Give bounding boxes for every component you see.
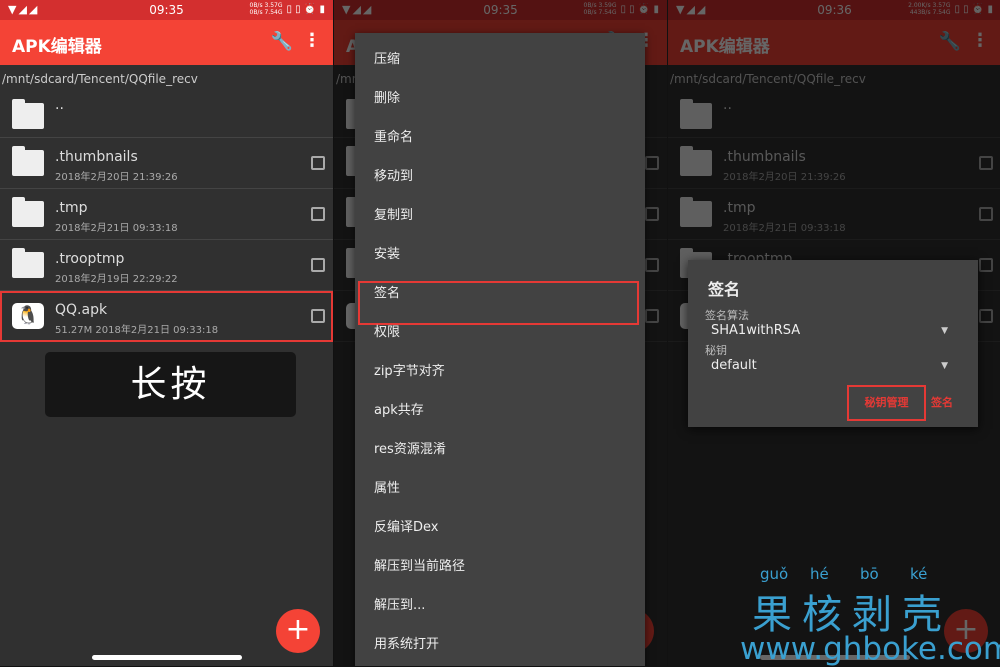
qq-app-icon: 🐧 [12, 303, 44, 329]
menu-item[interactable]: 移动到 [355, 150, 645, 189]
watermark-pinyin: guǒ [760, 565, 789, 583]
more-vert-icon[interactable]: ⋮ [303, 30, 321, 51]
dropdown-arrow-icon[interactable]: ▼ [941, 361, 948, 371]
file-row[interactable]: .thumbnails 2018年2月20日 21:39:26 [0, 138, 333, 189]
algorithm-select[interactable]: SHA1withRSA [711, 323, 800, 338]
long-press-annotation: 长按 [45, 352, 296, 417]
status-bar: ▼◢◢ 09:35 0B/s 3.57G 0B/s 7.54G ▯ ▯ ⏰ ▮ [0, 0, 333, 20]
watermark-pinyin: hé [810, 565, 829, 583]
wrench-icon[interactable]: 🔧 [271, 31, 293, 52]
menu-item[interactable]: 属性 [355, 462, 645, 501]
context-menu: 压缩 删除 重命名 移动到 复制到 安装 签名 权限 zip字节对齐 apk共存 res资源混淆 属性… [355, 33, 645, 666]
key-label: 秘钥 [705, 344, 727, 357]
menu-item[interactable]: 重命名 [355, 111, 645, 150]
dialog-title: 签名 [708, 280, 741, 299]
menu-item[interactable]: 用系统打开 [355, 618, 645, 657]
file-row[interactable]: .trooptmp 2018年2月19日 22:29:22 [0, 240, 333, 291]
key-manage-button[interactable]: 秘钥管理 [847, 385, 926, 421]
screen-2: ▼◢◢09:350B/s 3.59G0B/s 7.54G▯ ▯ ⏰ ▮ APK编… [334, 0, 667, 666]
home-indicator[interactable] [92, 655, 242, 660]
sign-dialog: 签名 签名算法 SHA1withRSA ▼ 秘钥 default ▼ 秘钥管理 … [688, 260, 978, 427]
menu-item[interactable]: 解压到当前路径 [355, 540, 645, 579]
folder-icon [12, 99, 44, 129]
folder-icon [12, 248, 44, 278]
file-row[interactable]: .tmp 2018年2月21日 09:33:18 [0, 189, 333, 240]
file-row[interactable]: .. [0, 91, 333, 138]
menu-item[interactable]: 复制到 [355, 189, 645, 228]
file-date: 2018年2月21日 09:33:18 [55, 223, 178, 234]
menu-item[interactable]: 安装 [355, 228, 645, 267]
folder-icon [12, 146, 44, 176]
app-title: APK编辑器 [12, 37, 102, 57]
menu-item[interactable]: 解压到... [355, 579, 645, 618]
menu-item[interactable]: 签名 [355, 267, 645, 325]
select-checkbox[interactable] [311, 207, 325, 221]
menu-item[interactable]: res资源混淆 [355, 423, 645, 462]
screen-1: ▼◢◢ 09:35 0B/s 3.57G 0B/s 7.54G ▯ ▯ ⏰ ▮ APK编… [0, 0, 333, 666]
menu-item[interactable]: 反编译Dex [355, 501, 645, 540]
dropdown-arrow-icon[interactable]: ▼ [941, 326, 948, 336]
vibrate-alarm-battery-icons: ▯ ▯ ⏰ ▮ [286, 3, 326, 15]
file-date: 51.27M 2018年2月21日 09:33:18 [55, 325, 219, 336]
file-name: QQ.apk [55, 302, 108, 318]
menu-item[interactable]: apk共存 [355, 384, 645, 423]
select-checkbox[interactable] [311, 258, 325, 272]
status-right: 0B/s 3.57G 0B/s 7.54G ▯ ▯ ⏰ ▮ [250, 2, 326, 16]
file-date: 2018年2月19日 22:29:22 [55, 274, 178, 285]
algorithm-label: 签名算法 [705, 309, 749, 322]
add-fab-button[interactable]: + [276, 609, 320, 653]
file-row[interactable]: 🐧 QQ.apk 51.27M 2018年2月21日 09:33:18 [0, 291, 333, 342]
key-select[interactable]: default [711, 358, 757, 373]
file-name: .thumbnails [55, 149, 138, 165]
folder-icon [12, 197, 44, 227]
net-speed: 0B/s 3.57G 0B/s 7.54G [250, 2, 283, 16]
watermark-pinyin: ké [910, 565, 928, 583]
menu-item[interactable]: 权限 [355, 306, 645, 345]
menu-item[interactable]: 压缩 [355, 33, 645, 72]
file-name: .trooptmp [55, 251, 125, 267]
net-speed-line-1: 0B/s 3.57G [249, 2, 283, 9]
file-name: .tmp [55, 200, 88, 216]
screen-3: ▼◢◢09:362.00K/s 3.57G443B/s 7.54G▯ ▯ ⏰ ▮… [668, 0, 1000, 666]
file-name: .. [55, 97, 64, 113]
watermark-pinyin: bō [860, 565, 879, 583]
file-date: 2018年2月20日 21:39:26 [55, 172, 178, 183]
select-checkbox[interactable] [311, 309, 325, 323]
menu-item[interactable]: zip字节对齐 [355, 345, 645, 384]
menu-item[interactable]: 删除 [355, 72, 645, 111]
sign-button[interactable]: 签名 [931, 394, 953, 410]
watermark-url: www.ghboke.com [740, 631, 1000, 667]
toolbar: APK编辑器 🔧 ⋮ [0, 20, 333, 65]
current-path: /mnt/sdcard/Tencent/QQfile_recv [2, 72, 198, 86]
net-speed-line-2: 0B/s 7.54G [249, 9, 283, 16]
select-checkbox[interactable] [311, 156, 325, 170]
